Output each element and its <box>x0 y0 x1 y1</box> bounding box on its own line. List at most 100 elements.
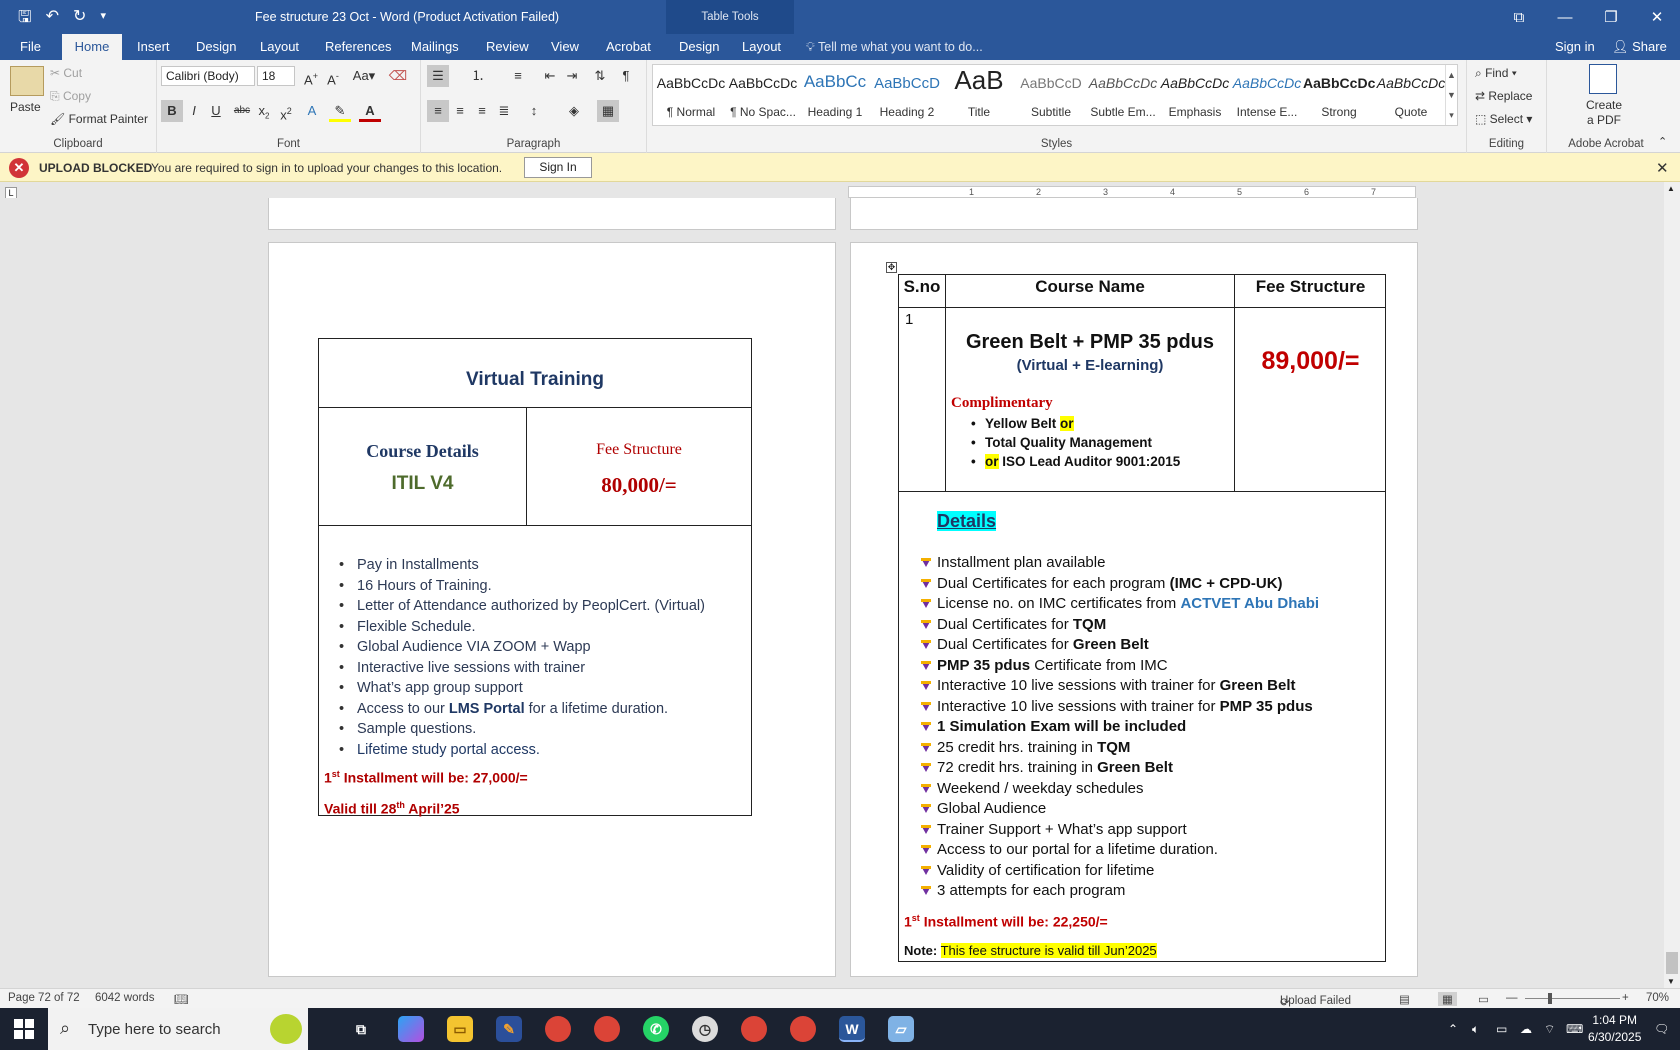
save-icon[interactable]: 🖫 <box>18 6 32 33</box>
strikethrough-icon[interactable]: abc <box>231 100 253 122</box>
style-title[interactable]: AaB Title <box>943 65 1015 125</box>
virtual-training-table[interactable]: Virtual Training Course Details ITIL V4 … <box>318 338 752 817</box>
numbering-icon[interactable]: ⒈ <box>467 65 489 87</box>
clock-app-icon[interactable]: ◷ <box>692 1016 718 1042</box>
taskbar-search[interactable]: ⌕ Type here to search <box>48 1008 308 1050</box>
document-area[interactable] <box>0 198 1664 988</box>
format-painter-button[interactable]: 🖌︎ Format Painter <box>50 112 148 126</box>
styles-scroll[interactable]: ▲ ▼ ▾ <box>1445 65 1457 125</box>
zoom-level[interactable]: 70% <box>1646 992 1669 1004</box>
chrome-icon[interactable] <box>545 1016 571 1042</box>
line-spacing-icon[interactable]: ↕ <box>523 100 545 122</box>
windows-start-icon[interactable] <box>14 1019 34 1039</box>
align-left-icon[interactable]: ≡ <box>427 100 449 122</box>
word-icon[interactable]: W <box>839 1016 865 1042</box>
notifications-icon[interactable]: 🗨︎ <box>1654 1022 1669 1036</box>
copy-button[interactable]: ⎘ Copy <box>50 89 91 104</box>
tab-table-design[interactable]: Design <box>667 34 731 60</box>
subscript-icon[interactable]: x2 <box>253 100 275 122</box>
volume-icon[interactable]: 🔈︎ <box>1472 1022 1479 1037</box>
font-name-select[interactable]: Calibri (Body) <box>161 66 255 86</box>
tab-layout[interactable]: Layout <box>248 34 311 60</box>
decrease-indent-icon[interactable]: ⇤ <box>539 65 561 87</box>
multilevel-list-icon[interactable]: ≡ <box>507 65 529 87</box>
change-case-icon[interactable]: Aa▾ <box>350 65 378 87</box>
style-intense-emphasis[interactable]: AaBbCcDc Intense E... <box>1231 65 1303 125</box>
sort-icon[interactable]: ⇅ <box>589 65 611 87</box>
file-explorer-icon[interactable]: ▭ <box>447 1016 473 1042</box>
battery-icon[interactable]: ▭ <box>1496 1022 1507 1036</box>
print-layout-icon[interactable]: ▦ <box>1438 992 1457 1006</box>
zoom-in-icon[interactable]: + <box>1622 992 1629 1004</box>
bold-icon[interactable]: B <box>161 100 183 122</box>
message-sign-in-button[interactable]: Sign In <box>524 157 592 178</box>
word-count[interactable]: 6042 words <box>95 992 154 1004</box>
app-icon[interactable]: ✎ <box>496 1016 522 1042</box>
chrome-icon[interactable] <box>594 1016 620 1042</box>
paste-icon[interactable] <box>10 66 44 96</box>
clear-formatting-icon[interactable]: ⌫ <box>387 65 409 87</box>
vertical-scrollbar[interactable]: ▲ ▼ <box>1664 182 1680 988</box>
create-pdf-button[interactable]: Create a PDF <box>1569 98 1639 128</box>
tab-file[interactable]: File <box>8 34 53 60</box>
shading-icon[interactable]: ◈ <box>563 100 585 122</box>
show-hidden-icons[interactable]: ⌃ <box>1448 1022 1458 1036</box>
text-effects-icon[interactable]: A <box>301 100 323 122</box>
minimize-icon[interactable]: — <box>1542 0 1588 34</box>
system-clock[interactable]: 1:04 PM 6/30/2025 <box>1588 1012 1641 1046</box>
read-mode-icon[interactable]: ▤ <box>1399 992 1410 1006</box>
find-button[interactable]: ⌕ Find ▾ <box>1475 66 1517 81</box>
replace-button[interactable]: ⇄ Replace <box>1475 89 1532 103</box>
course-fee-table[interactable]: ✥ S.no Course Name Fee Structure 1 Green… <box>886 262 1386 962</box>
table-move-handle-icon[interactable]: ✥ <box>886 262 897 273</box>
task-view-icon[interactable]: ⧉ <box>348 1016 374 1042</box>
redo-icon[interactable]: ↻ <box>73 6 86 33</box>
style-heading-1[interactable]: AaBbCc Heading 1 <box>799 65 871 125</box>
horizontal-ruler[interactable]: 1 2 3 4 5 6 7 <box>848 186 1416 198</box>
web-layout-icon[interactable]: ▭ <box>1478 992 1489 1006</box>
tab-design[interactable]: Design <box>184 34 248 60</box>
tab-home[interactable]: Home <box>62 34 122 60</box>
scroll-thumb[interactable] <box>1666 952 1678 974</box>
superscript-icon[interactable]: x2 <box>275 100 297 122</box>
tab-table-layout[interactable]: Layout <box>730 34 793 60</box>
zoom-slider[interactable] <box>1525 998 1620 999</box>
tab-acrobat[interactable]: Acrobat <box>594 34 663 60</box>
select-button[interactable]: ⬚ Select ▾ <box>1475 112 1532 126</box>
scroll-down-icon[interactable]: ▼ <box>1667 977 1675 986</box>
tell-me-search[interactable]: 💡︎ Tell me what you want to do... <box>806 34 983 60</box>
undo-icon[interactable]: ↶ <box>46 6 59 33</box>
italic-icon[interactable]: I <box>183 100 205 122</box>
tab-insert[interactable]: Insert <box>125 34 182 60</box>
tab-mailings[interactable]: Mailings <box>399 34 471 60</box>
increase-indent-icon[interactable]: ⇥ <box>561 65 583 87</box>
style-subtle-emphasis[interactable]: AaBbCcDc Subtle Em... <box>1087 65 1159 125</box>
app-icon[interactable]: ▱ <box>888 1016 914 1042</box>
zoom-out-icon[interactable]: — <box>1506 992 1518 1004</box>
share-button[interactable]: 👤︎ Share <box>1612 34 1667 60</box>
whatsapp-icon[interactable]: ✆ <box>643 1016 669 1042</box>
grow-font-icon[interactable]: A+ <box>300 65 322 87</box>
tab-references[interactable]: References <box>313 34 403 60</box>
style-strong[interactable]: AaBbCcDc Strong <box>1303 65 1375 125</box>
language-icon[interactable]: ⌨ <box>1566 1022 1583 1036</box>
style-subtitle[interactable]: AaBbCcD Subtitle <box>1015 65 1087 125</box>
shrink-font-icon[interactable]: A- <box>322 65 344 87</box>
sign-in-link[interactable]: Sign in <box>1555 34 1595 60</box>
copilot-icon[interactable] <box>398 1016 424 1042</box>
create-pdf-icon[interactable] <box>1589 64 1617 94</box>
bullets-icon[interactable]: ☰ <box>427 65 449 87</box>
paste-button[interactable]: Paste <box>10 100 41 114</box>
page-count[interactable]: Page 72 of 72 <box>8 992 80 1004</box>
underline-icon[interactable]: U <box>205 100 227 122</box>
style-no-spacing[interactable]: AaBbCcDc ¶ No Spac... <box>727 65 799 125</box>
align-right-icon[interactable]: ≡ <box>471 100 493 122</box>
close-icon[interactable]: ✕ <box>1634 0 1680 34</box>
font-size-select[interactable]: 18 <box>257 66 295 86</box>
show-marks-icon[interactable]: ¶ <box>615 65 637 87</box>
tab-review[interactable]: Review <box>474 34 541 60</box>
highlight-icon[interactable]: ✎ <box>329 100 351 122</box>
proofing-icon[interactable]: 📖︎ <box>174 992 189 1006</box>
borders-icon[interactable]: ▦ <box>597 100 619 122</box>
style-emphasis[interactable]: AaBbCcDc Emphasis <box>1159 65 1231 125</box>
